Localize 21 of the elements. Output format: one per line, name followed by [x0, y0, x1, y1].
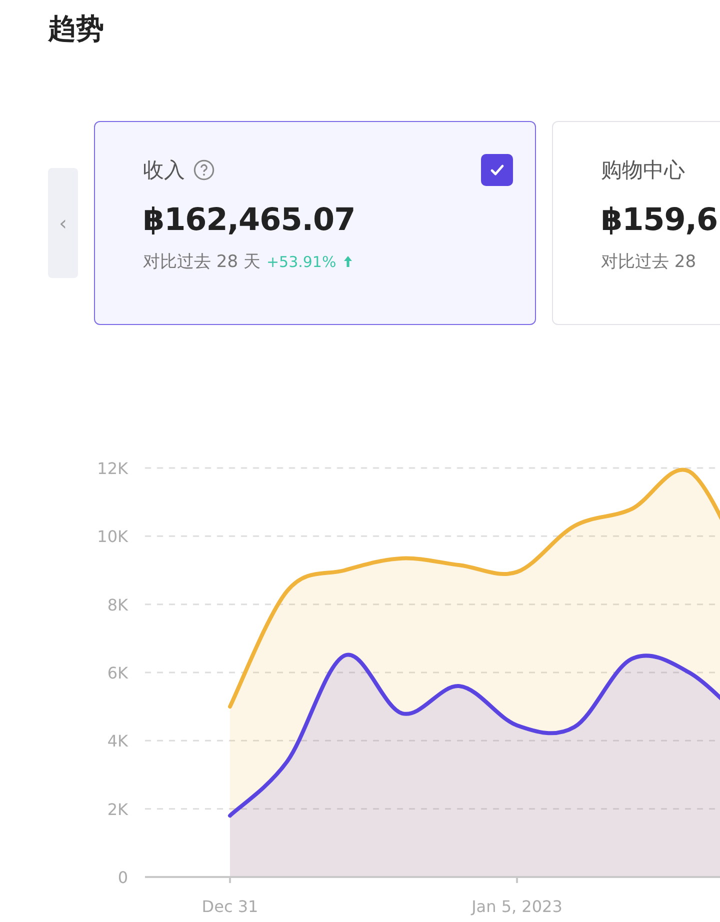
x-axis-label: Jan 5, 2023: [472, 897, 562, 916]
y-axis-label: 12K: [97, 459, 128, 478]
y-axis-label: 0: [118, 868, 128, 887]
checkbox[interactable]: [481, 154, 513, 186]
metric-card[interactable]: 购物中心 ฿159,6 对比过去 28: [552, 121, 720, 325]
comparison-label: 对比过去 28: [601, 251, 696, 273]
metric-value: ฿162,465.07: [143, 202, 356, 238]
y-axis-label: 6K: [107, 664, 128, 682]
x-axis-label: Dec 31: [202, 897, 258, 916]
y-axis-label: 4K: [107, 732, 128, 751]
metric-label: 收入: [143, 157, 185, 184]
change-percent: +53.91%: [266, 252, 336, 270]
metric-value: ฿159,6: [601, 202, 719, 238]
y-axis-label: 2K: [107, 800, 128, 819]
y-axis-label: 10K: [97, 527, 128, 546]
metric-label: 购物中心: [601, 157, 685, 184]
section-title: 趋势: [46, 11, 105, 47]
y-axis-label: 8K: [107, 595, 128, 614]
metric-card[interactable]: 收入 ฿162,465.07 对比过去 28 天 +53.91%: [94, 121, 536, 325]
comparison-label: 对比过去 28 天: [143, 251, 260, 273]
help-icon[interactable]: [193, 159, 215, 181]
